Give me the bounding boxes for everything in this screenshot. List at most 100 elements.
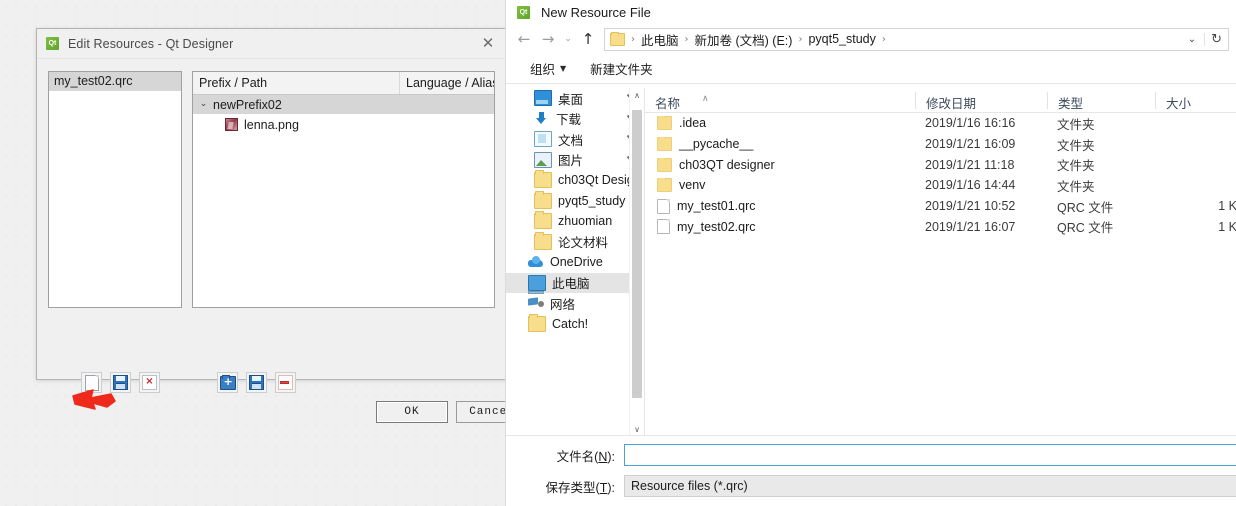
sidebar-item-2[interactable]: 文档✒ (506, 129, 644, 150)
sidebar-item-label: zhuomian (558, 214, 613, 229)
column-header-size[interactable]: 大小 (1155, 91, 1236, 111)
table-row[interactable]: my_test01.qrc 2019/1/21 10:52 QRC 文件 1 K (645, 196, 1236, 217)
column-header-language-alias[interactable]: Language / Alias (400, 72, 494, 94)
tree-row[interactable]: lenna.png (193, 114, 494, 135)
table-row[interactable]: .idea 2019/1/16 16:16 文件夹 (645, 113, 1236, 134)
scroll-down-icon[interactable]: ∨ (630, 422, 644, 436)
ok-button[interactable]: OK (376, 401, 448, 423)
table-row[interactable]: my_test02.qrc 2019/1/21 16:07 QRC 文件 1 K (645, 216, 1236, 237)
chevron-down-icon[interactable]: ⌄ (197, 98, 210, 111)
breadcrumb-item-drive[interactable]: 新加卷 (文档) (E:) (693, 30, 795, 49)
table-row[interactable]: __pycache__ 2019/1/21 16:09 文件夹 (645, 134, 1236, 155)
sidebar-item-10[interactable]: 网络 (506, 293, 644, 314)
recent-locations-icon[interactable]: ⌄ (560, 27, 576, 51)
sidebar-item-label: 图片 (558, 154, 584, 169)
cell-date: 2019/1/21 16:07 (925, 219, 1016, 234)
add-file-button[interactable] (246, 372, 267, 393)
file-list[interactable]: 名称 ∧ 修改日期 类型 大小 .idea 2019/1/16 16:16 文件夹 _… (645, 88, 1236, 436)
sort-ascending-icon: ∧ (702, 93, 709, 104)
add-folder-icon (219, 374, 236, 390)
sidebar-item-label: OneDrive (550, 255, 603, 270)
filename-label: 文件名(N): (556, 449, 615, 464)
sidebar-item-label: 此电脑 (552, 277, 590, 292)
column-header-prefix-path[interactable]: Prefix / Path (193, 72, 400, 94)
caret-down-icon: ▼ (560, 64, 567, 73)
file-name-label: ch03QT designer (679, 157, 775, 172)
remove-resource-file-button[interactable]: × (139, 372, 160, 393)
cell-date: 2019/1/16 14:44 (925, 178, 1016, 193)
organize-button[interactable]: 组织 ▼ (530, 59, 566, 78)
cell-name: venv (645, 178, 915, 193)
cell-name: my_test02.qrc (645, 219, 915, 235)
scrollbar-thumb[interactable] (632, 110, 642, 398)
folder-icon (657, 157, 672, 172)
save-disk-icon (249, 375, 264, 390)
filetype-select[interactable]: Resource files (*.qrc) (624, 475, 1236, 497)
add-prefix-button[interactable] (217, 372, 238, 393)
filetype-label: 保存类型(T): (545, 480, 615, 495)
sidebar-item-6[interactable]: zhuomian (506, 211, 644, 232)
cell-type: 文件夹 (1057, 117, 1095, 132)
sidebar-item-9[interactable]: 此电脑 (506, 272, 644, 294)
qrc-file-list[interactable]: my_test02.qrc (48, 71, 182, 308)
column-header-name-label: 名称 (655, 96, 681, 111)
column-header-name[interactable]: 名称 ∧ (645, 92, 915, 111)
forward-icon[interactable]: → (536, 27, 560, 51)
table-row[interactable]: venv 2019/1/16 14:44 文件夹 (645, 175, 1236, 196)
breadcrumb-item-folder[interactable]: pyqt5_study (806, 32, 877, 46)
sidebar-item-1[interactable]: 下载✒ (506, 109, 644, 130)
folder-icon (534, 231, 552, 250)
list-item[interactable]: my_test02.qrc (49, 72, 181, 91)
tree-node-label: lenna.png (244, 117, 299, 132)
remove-item-button[interactable] (275, 372, 296, 393)
explorer-toolbar: 组织 ▼ 新建文件夹 (506, 54, 1236, 84)
explorer-titlebar[interactable]: Qt New Resource File (506, 0, 1236, 24)
chevron-down-icon[interactable]: ⌄ (1180, 34, 1204, 45)
scroll-up-icon[interactable]: ∧ (630, 88, 644, 102)
cell-type: 文件夹 (1057, 138, 1095, 153)
close-icon[interactable]: ✕ (473, 31, 503, 57)
column-header-type[interactable]: 类型 (1047, 91, 1155, 111)
cell-size: 1 K (1218, 219, 1236, 234)
cell-type: 文件夹 (1057, 159, 1095, 174)
refresh-icon[interactable]: ↻ (1204, 32, 1228, 46)
sidebar-item-3[interactable]: 图片✒ (506, 150, 644, 171)
back-icon[interactable]: ← (512, 27, 536, 51)
table-row[interactable]: ch03QT designer 2019/1/21 11:18 文件夹 (645, 154, 1236, 175)
up-icon[interactable]: ↑ (576, 27, 600, 51)
new-folder-button[interactable]: 新建文件夹 (590, 59, 653, 78)
breadcrumb-item-this-pc[interactable]: 此电脑 (639, 30, 681, 49)
download-icon (534, 111, 550, 126)
sidebar-item-label: 网络 (550, 297, 576, 312)
folder-icon (534, 190, 552, 209)
sidebar-scrollbar[interactable]: ∧ ∨ (629, 88, 644, 436)
sidebar-item-4[interactable]: ch03Qt Designer (506, 170, 644, 191)
edit-resources-dialog: Qt Edit Resources - Qt Designer ✕ my_tes… (36, 28, 528, 423)
minus-icon (278, 375, 293, 390)
filetype-row: 保存类型(T): Resource files (*.qrc) (506, 474, 1236, 498)
sidebar-item-11[interactable]: Catch! (506, 313, 644, 335)
navigation-sidebar[interactable]: 桌面✒下载✒文档✒图片✒ch03Qt Designer pyqt5_studyzh… (506, 88, 645, 436)
cell-name: __pycache__ (645, 137, 915, 152)
folder-icon (657, 137, 672, 152)
folder-icon (657, 178, 672, 193)
sidebar-item-7[interactable]: 论文材料 (506, 231, 644, 253)
tree-row[interactable]: ⌄ newPrefix02 (193, 95, 494, 114)
red-annotation-arrow (72, 389, 116, 410)
sidebar-item-8[interactable]: OneDrive (506, 252, 644, 273)
sidebar-item-5[interactable]: pyqt5_study (506, 190, 644, 212)
filename-input[interactable] (624, 444, 1236, 466)
desktop-icon (534, 90, 552, 107)
dialog-titlebar[interactable]: Qt Edit Resources - Qt Designer ✕ (37, 29, 507, 59)
sidebar-item-0[interactable]: 桌面✒ (506, 88, 644, 109)
breadcrumb[interactable]: › 此电脑 › 新加卷 (文档) (E:) › pyqt5_study › ⌄ … (604, 27, 1229, 51)
column-header-date[interactable]: 修改日期 (915, 91, 1047, 111)
dialog-body: my_test02.qrc Prefix / Path Language / A… (37, 59, 528, 423)
resource-item-toolbar (217, 372, 296, 393)
resource-tree-panel[interactable]: Prefix / Path Language / Alias ⌄ newPref… (192, 71, 495, 308)
breadcrumb-separator: › (684, 33, 689, 45)
file-name-label: my_test01.qrc (677, 199, 756, 214)
file-icon (657, 219, 670, 235)
cell-type: 文件夹 (1057, 179, 1095, 194)
filename-row: 文件名(N): (506, 443, 1236, 467)
